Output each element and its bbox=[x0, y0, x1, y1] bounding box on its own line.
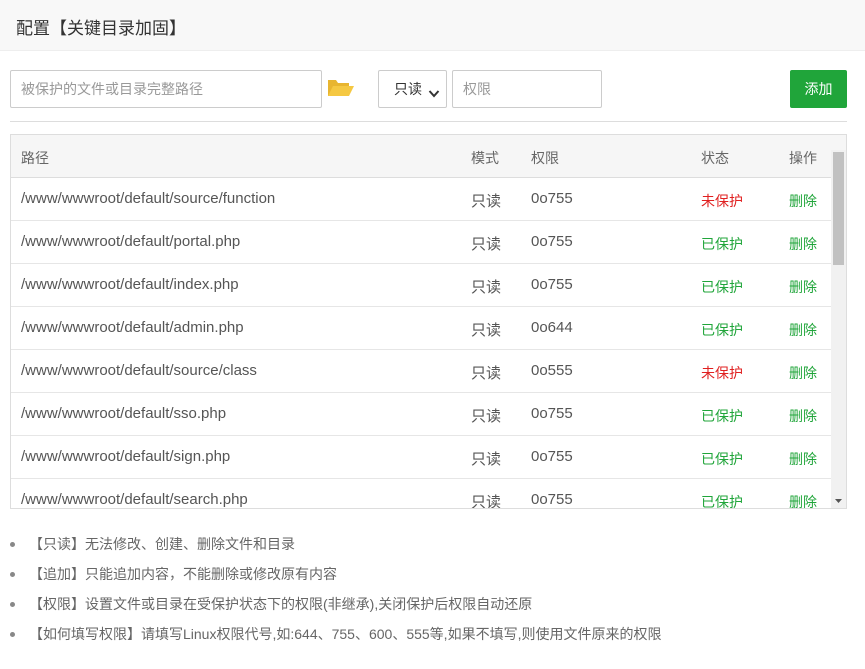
row-path: /www/wwwroot/default/portal.php bbox=[21, 233, 241, 250]
delete-link[interactable]: 删除 bbox=[789, 449, 817, 469]
bullet-dot-icon bbox=[10, 542, 15, 547]
delete-link[interactable]: 删除 bbox=[789, 191, 817, 211]
path-input[interactable] bbox=[10, 70, 322, 108]
permission-input[interactable] bbox=[452, 70, 602, 108]
folder-open-icon[interactable] bbox=[327, 77, 355, 99]
scrollbar-thumb[interactable] bbox=[833, 152, 844, 265]
row-mode: 只读 bbox=[471, 451, 502, 468]
row-mode: 只读 bbox=[471, 236, 502, 253]
row-mode: 只读 bbox=[471, 322, 502, 339]
row-mode: 只读 bbox=[471, 365, 502, 382]
scroll-down-arrow-icon[interactable] bbox=[831, 494, 846, 508]
table-scrollbar[interactable] bbox=[831, 150, 846, 508]
row-path: /www/wwwroot/default/source/class bbox=[21, 362, 257, 379]
dialog-title: 配置【关键目录加固】 bbox=[16, 19, 186, 38]
row-state-badge: 已保护 bbox=[701, 322, 743, 338]
table-row: /www/wwwroot/default/admin.php 只读 0o644 已保护… bbox=[11, 307, 831, 350]
bullet-dot-icon bbox=[10, 632, 15, 637]
column-header-mode: 模式 bbox=[471, 150, 499, 166]
divider bbox=[10, 121, 847, 122]
table-body: /www/wwwroot/default/source/function 只读 0o… bbox=[11, 178, 831, 508]
row-state-badge: 已保护 bbox=[701, 236, 743, 252]
bullet-dot-icon bbox=[10, 602, 15, 607]
row-state-badge: 未保护 bbox=[701, 365, 743, 381]
row-permission: 0o755 bbox=[531, 491, 573, 508]
row-permission: 0o755 bbox=[531, 405, 573, 422]
table-row: /www/wwwroot/default/search.php 只读 0o755 已保… bbox=[11, 479, 831, 508]
column-header-operation: 操作 bbox=[789, 150, 817, 166]
delete-link[interactable]: 删除 bbox=[789, 492, 817, 508]
help-note: 【权限】设置文件或目录在受保护状态下的权限(非继承),关闭保护后权限自动还原 bbox=[10, 592, 661, 622]
table-header: 路径 模式 权限 状态 操作 bbox=[11, 135, 846, 178]
chevron-down-icon bbox=[428, 85, 440, 98]
help-note: 【如何填写权限】请填写Linux权限代号,如:644、755、600、555等,… bbox=[10, 622, 661, 652]
delete-link[interactable]: 删除 bbox=[789, 406, 817, 426]
help-note-text: 【追加】只能追加内容，不能删除或修改原有内容 bbox=[29, 566, 337, 582]
row-permission: 0o755 bbox=[531, 190, 573, 207]
help-note-text: 【如何填写权限】请填写Linux权限代号,如:644、755、600、555等,… bbox=[29, 626, 662, 642]
column-header-state: 状态 bbox=[701, 150, 729, 166]
protected-paths-table: 路径 模式 权限 状态 操作 /www/wwwroot/default/sour… bbox=[10, 134, 847, 509]
row-state-badge: 未保护 bbox=[701, 193, 743, 209]
mode-select-value: 只读 bbox=[394, 81, 422, 97]
row-permission: 0o755 bbox=[531, 276, 573, 293]
row-path: /www/wwwroot/default/search.php bbox=[21, 491, 248, 508]
row-path: /www/wwwroot/default/sso.php bbox=[21, 405, 227, 422]
help-note-text: 【只读】无法修改、创建、删除文件和目录 bbox=[29, 536, 295, 552]
help-notes: 【只读】无法修改、创建、删除文件和目录【追加】只能追加内容，不能删除或修改原有内… bbox=[10, 532, 661, 652]
dialog-titlebar: 配置【关键目录加固】 bbox=[0, 0, 865, 51]
column-header-path: 路径 bbox=[21, 150, 49, 166]
table-row: /www/wwwroot/default/portal.php 只读 0o755 已保… bbox=[11, 221, 831, 264]
row-mode: 只读 bbox=[471, 494, 502, 508]
delete-link[interactable]: 删除 bbox=[789, 363, 817, 383]
mode-select[interactable]: 只读 bbox=[378, 70, 447, 108]
row-path: /www/wwwroot/default/index.php bbox=[21, 276, 239, 293]
row-state-badge: 已保护 bbox=[701, 408, 743, 424]
row-path: /www/wwwroot/default/admin.php bbox=[21, 319, 244, 336]
row-permission: 0o644 bbox=[531, 319, 573, 336]
row-permission: 0o555 bbox=[531, 362, 573, 379]
row-mode: 只读 bbox=[471, 279, 502, 296]
row-path: /www/wwwroot/default/sign.php bbox=[21, 448, 231, 465]
table-row: /www/wwwroot/default/sign.php 只读 0o755 已保护 删… bbox=[11, 436, 831, 479]
row-state-badge: 已保护 bbox=[701, 279, 743, 295]
row-permission: 0o755 bbox=[531, 448, 573, 465]
row-mode: 只读 bbox=[471, 193, 502, 210]
row-path: /www/wwwroot/default/source/function bbox=[21, 190, 276, 207]
row-mode: 只读 bbox=[471, 408, 502, 425]
row-permission: 0o755 bbox=[531, 233, 573, 250]
column-header-permission: 权限 bbox=[531, 150, 559, 166]
row-state-badge: 已保护 bbox=[701, 451, 743, 467]
help-note: 【只读】无法修改、创建、删除文件和目录 bbox=[10, 532, 661, 562]
table-row: /www/wwwroot/default/source/function 只读 0o… bbox=[11, 178, 831, 221]
table-row: /www/wwwroot/default/sso.php 只读 0o755 已保护 删除 bbox=[11, 393, 831, 436]
help-note: 【追加】只能追加内容，不能删除或修改原有内容 bbox=[10, 562, 661, 592]
row-state-badge: 已保护 bbox=[701, 494, 743, 508]
delete-link[interactable]: 删除 bbox=[789, 277, 817, 297]
delete-link[interactable]: 删除 bbox=[789, 320, 817, 340]
table-row: /www/wwwroot/default/index.php 只读 0o755 已保护… bbox=[11, 264, 831, 307]
add-button[interactable]: 添加 bbox=[790, 70, 847, 108]
bullet-dot-icon bbox=[10, 572, 15, 577]
table-row: /www/wwwroot/default/source/class 只读 0o555… bbox=[11, 350, 831, 393]
delete-link[interactable]: 删除 bbox=[789, 234, 817, 254]
help-note-text: 【权限】设置文件或目录在受保护状态下的权限(非继承),关闭保护后权限自动还原 bbox=[29, 596, 533, 612]
